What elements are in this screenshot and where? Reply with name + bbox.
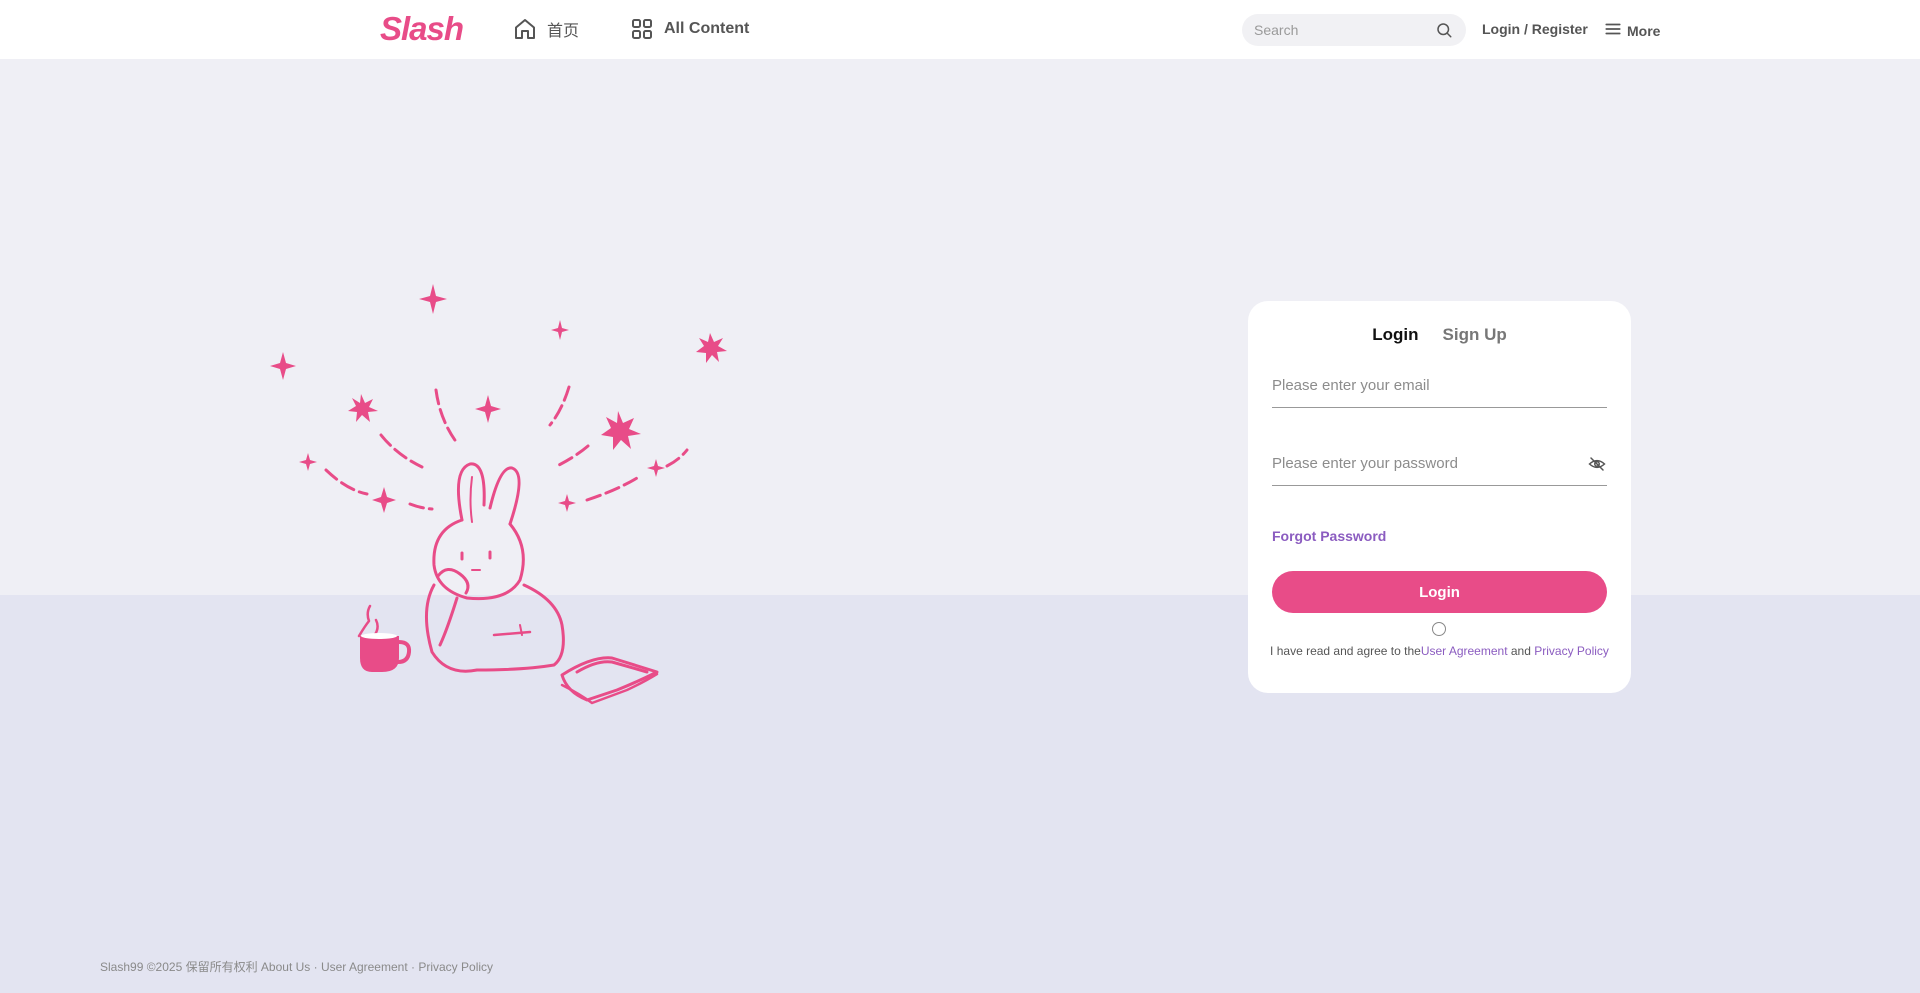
password-field-wrapper xyxy=(1272,442,1607,486)
grid-icon xyxy=(630,17,654,41)
email-field-wrapper xyxy=(1272,364,1607,408)
site-logo[interactable]: Slash xyxy=(380,10,464,48)
nav-home[interactable]: 首页 xyxy=(513,14,579,44)
agreement-and: and xyxy=(1507,644,1535,658)
login-register-link[interactable]: Login / Register xyxy=(1482,21,1588,37)
menu-icon xyxy=(1604,20,1622,41)
footer-user-agreement-link[interactable]: User Agreement xyxy=(321,960,408,974)
privacy-policy-link[interactable]: Privacy Policy xyxy=(1534,644,1609,658)
agreement-prefix: I have read and agree to the xyxy=(1270,644,1421,658)
more-label: More xyxy=(1627,22,1661,39)
agreement-text: I have read and agree to theUser Agreeme… xyxy=(1248,644,1631,658)
forgot-password-link[interactable]: Forgot Password xyxy=(1272,528,1386,544)
search-box xyxy=(1242,14,1466,46)
nav-all-content-label: All Content xyxy=(664,20,750,37)
footer-about-link[interactable]: About Us xyxy=(261,960,310,974)
agreement-radio[interactable] xyxy=(1432,622,1446,636)
user-agreement-link[interactable]: User Agreement xyxy=(1421,644,1508,658)
footer-sep-1: · xyxy=(310,960,321,974)
eye-off-icon[interactable] xyxy=(1587,454,1607,474)
auth-tabs: Login Sign Up xyxy=(1248,325,1631,345)
tab-sign-up[interactable]: Sign Up xyxy=(1443,325,1507,345)
home-icon xyxy=(513,17,537,41)
nav-home-label: 首页 xyxy=(547,23,580,40)
password-field[interactable] xyxy=(1272,455,1587,472)
footer-sep-2: · xyxy=(407,960,419,974)
tab-login[interactable]: Login xyxy=(1372,325,1418,345)
search-icon[interactable] xyxy=(1434,20,1454,40)
search-input[interactable] xyxy=(1254,22,1434,38)
login-card: Login Sign Up Forgot Password Login I ha… xyxy=(1248,301,1631,693)
nav-all-content[interactable]: All Content xyxy=(630,14,749,44)
footer-privacy-policy-link[interactable]: Privacy Policy xyxy=(418,960,493,974)
rabbit-illustration xyxy=(262,280,732,720)
top-header: Slash 首页 All Content Login / xyxy=(0,0,1920,59)
footer: Slash99 ©2025 保留所有权利 About Us · User Agr… xyxy=(100,958,493,975)
login-button[interactable]: Login xyxy=(1272,571,1607,613)
more-menu-button[interactable]: More xyxy=(1604,20,1660,41)
footer-copyright: Slash99 ©2025 保留所有权利 xyxy=(100,960,258,974)
email-field[interactable] xyxy=(1272,377,1607,394)
